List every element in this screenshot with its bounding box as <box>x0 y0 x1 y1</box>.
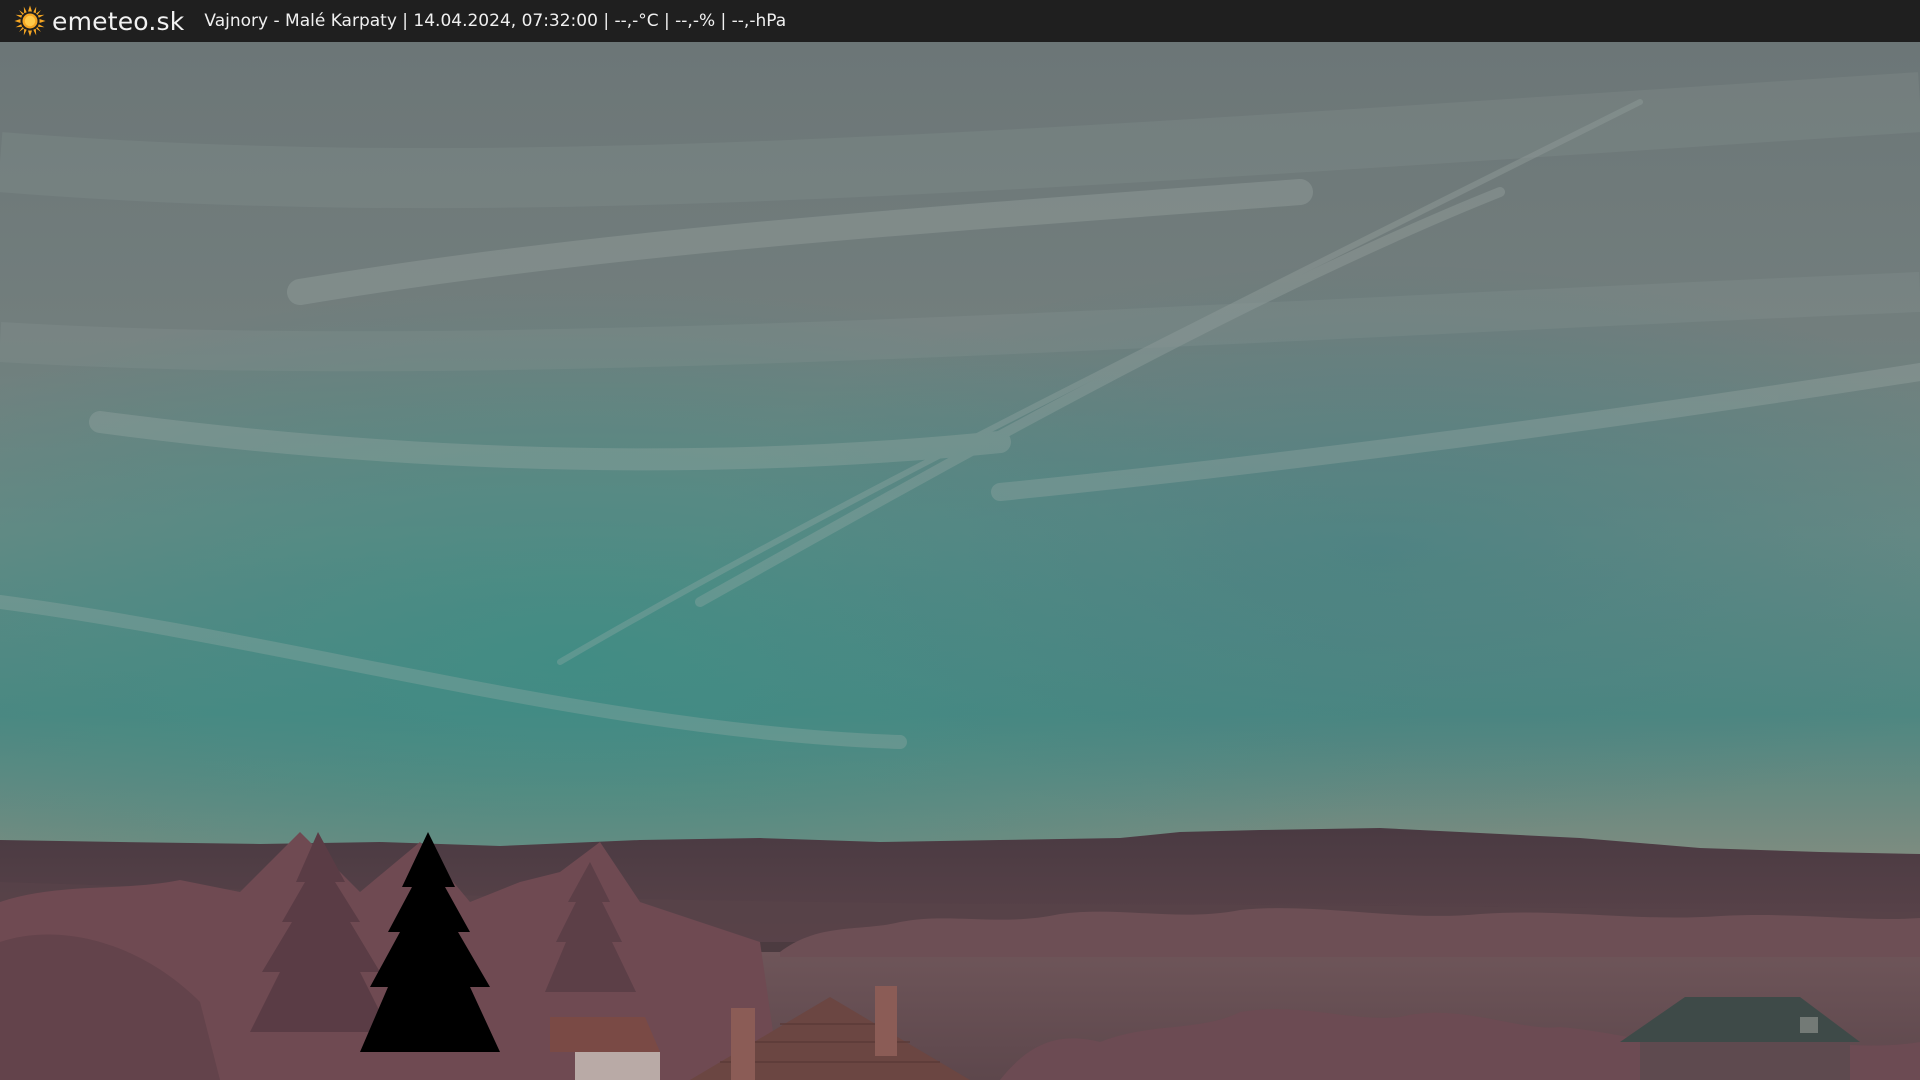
landscape-photo <box>0 42 1920 1080</box>
station-caption: Vajnory - Malé Karpaty | 14.04.2024, 07:… <box>204 11 787 31</box>
header-bar: emeteo.sk Vajnory - Malé Karpaty | 14.04… <box>0 0 1920 42</box>
webcam-page: emeteo.sk Vajnory - Malé Karpaty | 14.04… <box>0 0 1920 1080</box>
brand-name: emeteo.sk <box>52 6 185 36</box>
sun-icon <box>14 5 46 37</box>
brand-logo[interactable]: emeteo.sk <box>14 0 184 42</box>
webcam-image <box>0 42 1920 1080</box>
